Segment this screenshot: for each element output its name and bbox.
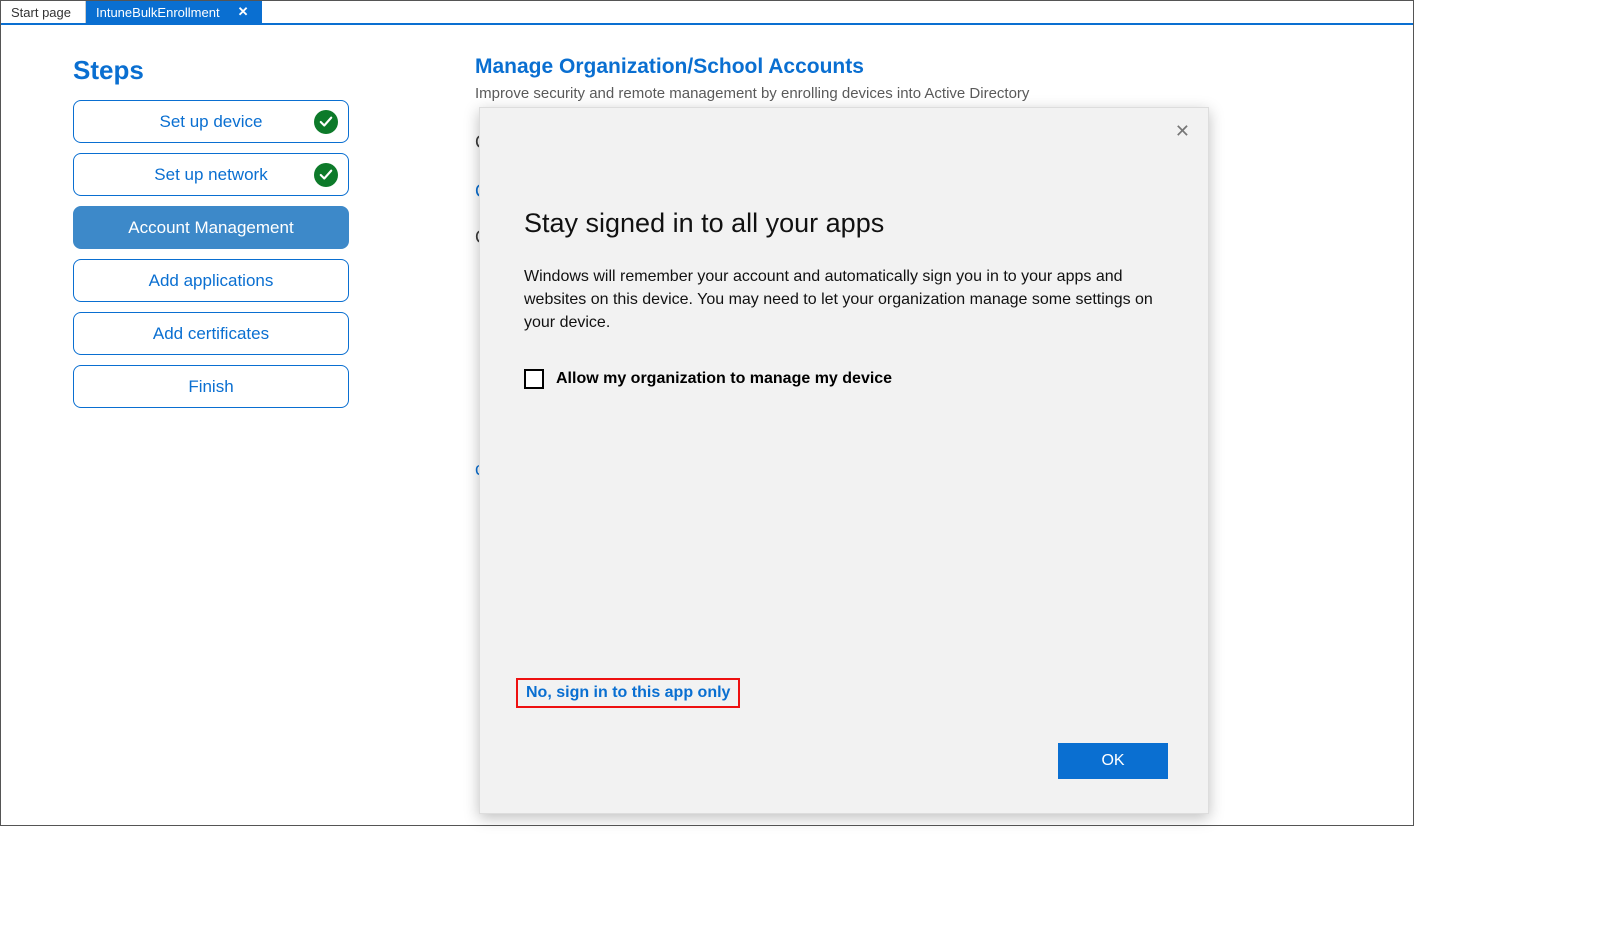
step-set-up-device[interactable]: Set up device — [73, 100, 349, 143]
step-finish[interactable]: Finish — [73, 365, 349, 408]
tab-strip: Start page IntuneBulkEnrollment ✕ — [1, 1, 1413, 25]
tab-label: Start page — [11, 5, 71, 20]
manage-device-checkbox-row[interactable]: Allow my organization to manage my devic… — [524, 369, 1164, 389]
tab-intune-bulk-enrollment[interactable]: IntuneBulkEnrollment ✕ — [86, 1, 262, 23]
tab-label: IntuneBulkEnrollment — [96, 5, 220, 20]
page-title: Manage Organization/School Accounts — [475, 55, 1029, 79]
step-label: Set up network — [154, 165, 267, 185]
dialog-text: Windows will remember your account and a… — [524, 265, 1164, 335]
step-label: Finish — [188, 377, 233, 397]
step-set-up-network[interactable]: Set up network — [73, 153, 349, 196]
checkbox-icon[interactable] — [524, 369, 544, 389]
step-label: Set up device — [159, 112, 262, 132]
step-add-applications[interactable]: Add applications — [73, 259, 349, 302]
checkbox-label: Allow my organization to manage my devic… — [556, 370, 892, 388]
check-icon — [314, 163, 338, 187]
sign-in-dialog: ✕ Stay signed in to all your apps Window… — [479, 107, 1209, 814]
step-add-certificates[interactable]: Add certificates — [73, 312, 349, 355]
link-text[interactable]: No, sign in to this app only — [526, 684, 730, 701]
tab-start-page[interactable]: Start page — [1, 1, 86, 23]
ok-button[interactable]: OK — [1058, 743, 1168, 779]
close-icon[interactable]: ✕ — [1171, 118, 1194, 144]
step-label: Add applications — [149, 271, 274, 291]
step-account-management[interactable]: Account Management — [73, 206, 349, 249]
app-window: Start page IntuneBulkEnrollment ✕ Steps … — [0, 0, 1414, 826]
step-label: Account Management — [128, 218, 293, 238]
steps-sidebar: Steps Set up device Set up network Accou… — [1, 55, 401, 418]
dialog-title: Stay signed in to all your apps — [524, 208, 1164, 239]
step-label: Add certificates — [153, 324, 269, 344]
page-subtitle: Improve security and remote management b… — [475, 85, 1029, 102]
sign-in-this-app-only-link[interactable]: No, sign in to this app only — [516, 678, 740, 708]
dialog-body: Stay signed in to all your apps Windows … — [480, 108, 1208, 389]
check-icon — [314, 110, 338, 134]
steps-heading: Steps — [73, 55, 401, 86]
close-tab-icon[interactable]: ✕ — [238, 4, 249, 20]
